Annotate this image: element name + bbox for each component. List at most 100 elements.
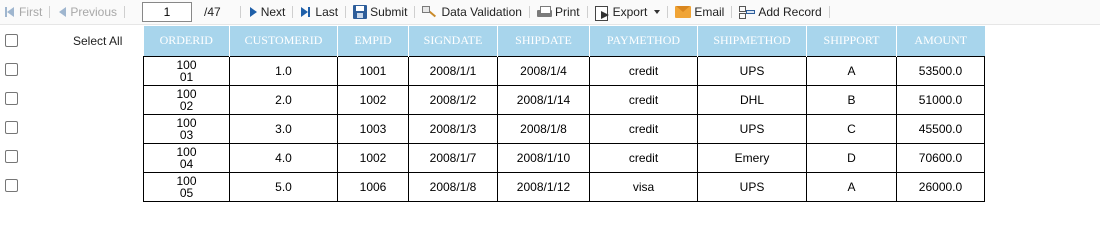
email-button[interactable]: Email — [675, 2, 724, 22]
table-cell[interactable]: 3.0 — [229, 113, 338, 144]
column-header[interactable]: CUSTOMERID — [229, 26, 338, 56]
data-validation-label: Data Validation — [441, 5, 522, 19]
table-cell[interactable]: 2008/1/12 — [497, 171, 590, 202]
table-cell[interactable]: 51000.0 — [896, 84, 985, 115]
export-dropdown-button[interactable]: Export — [594, 2, 661, 22]
table-cell[interactable]: 10002 — [143, 84, 230, 115]
first-page-label: First — [19, 5, 43, 19]
submit-label: Submit — [370, 5, 408, 19]
table-cell[interactable]: 4.0 — [229, 142, 338, 173]
toolbar-separator — [667, 6, 669, 18]
previous-page-label: Previous — [70, 5, 118, 19]
page-number-input[interactable] — [142, 2, 193, 22]
table-cell[interactable]: 2008/1/2 — [408, 84, 498, 115]
table-cell[interactable]: 10003 — [143, 113, 230, 144]
table-cell[interactable]: 2008/1/7 — [408, 142, 498, 173]
table-row: 10001 1.0 1001 2008/1/1 2008/1/4 credit … — [143, 55, 985, 86]
toolbar-separator — [828, 6, 830, 18]
table-cell[interactable]: 1001 — [337, 55, 409, 86]
first-page-icon — [4, 6, 16, 18]
print-button[interactable]: Print — [536, 2, 580, 22]
column-header[interactable]: SHIPMETHOD — [697, 26, 807, 56]
table-cell[interactable]: 2008/1/10 — [497, 142, 590, 173]
table-cell[interactable]: credit — [589, 84, 698, 115]
submit-button[interactable]: Submit — [353, 2, 407, 22]
row-checkbox[interactable] — [5, 121, 18, 134]
select-all-label: Select All — [73, 34, 123, 48]
next-page-label: Next — [260, 5, 286, 19]
table-cell[interactable]: 2008/1/14 — [497, 84, 590, 115]
row-checkbox[interactable] — [5, 179, 18, 192]
next-page-button[interactable]: Next — [248, 2, 286, 22]
table-cell[interactable]: 10001 — [143, 55, 230, 86]
print-label: Print — [554, 5, 580, 19]
table-cell[interactable]: 2.0 — [229, 84, 338, 115]
table-cell[interactable]: 70600.0 — [896, 142, 985, 173]
table-cell[interactable]: 1003 — [337, 113, 409, 144]
table-cell[interactable]: 1002 — [337, 84, 409, 115]
table-cell[interactable]: 53500.0 — [896, 55, 985, 86]
column-header[interactable]: ORDERID — [143, 26, 230, 56]
row-checkbox[interactable] — [5, 150, 18, 163]
page-total: /47 — [204, 5, 221, 19]
table-cell[interactable]: UPS — [697, 171, 807, 202]
table-cell[interactable]: DHL — [697, 84, 807, 115]
table-cell[interactable]: B — [806, 84, 897, 115]
table-cell[interactable]: 1.0 — [229, 55, 338, 86]
table-cell[interactable]: 10005 — [143, 171, 230, 202]
export-icon — [594, 5, 610, 21]
column-header[interactable]: AMOUNT — [896, 26, 985, 56]
last-page-icon — [300, 6, 312, 18]
column-header[interactable]: PAYMETHOD — [589, 26, 698, 56]
column-header[interactable]: EMPID — [337, 26, 409, 56]
toolbar-separator — [49, 6, 51, 18]
toolbar-separator — [345, 6, 347, 18]
table-cell[interactable]: 1006 — [337, 171, 409, 202]
table-cell[interactable]: UPS — [697, 113, 807, 144]
table-cell[interactable]: 2008/1/8 — [408, 171, 498, 202]
select-all-checkbox[interactable] — [5, 34, 18, 47]
table-cell[interactable]: 2008/1/3 — [408, 113, 498, 144]
column-header[interactable]: SIGNDATE — [408, 26, 498, 56]
table-cell[interactable]: D — [806, 142, 897, 173]
table-cell[interactable]: credit — [589, 142, 698, 173]
toolbar-separator — [239, 6, 241, 18]
table-cell[interactable]: credit — [589, 55, 698, 86]
validation-icon — [422, 5, 438, 19]
table-cell[interactable]: Emery — [697, 142, 807, 173]
table-cell[interactable]: 5.0 — [229, 171, 338, 202]
table-cell[interactable]: 2008/1/4 — [497, 55, 590, 86]
column-header[interactable]: SHIPPORT — [806, 26, 897, 56]
table-cell[interactable]: 2008/1/1 — [408, 55, 498, 86]
table-cell[interactable]: visa — [589, 171, 698, 202]
email-label: Email — [694, 5, 725, 19]
toolbar-separator — [292, 6, 294, 18]
previous-page-icon — [57, 6, 67, 18]
report-toolbar: First Previous /47 Next Last Submit Data… — [0, 0, 1100, 25]
table-cell[interactable]: 45500.0 — [896, 113, 985, 144]
table-cell[interactable]: A — [806, 55, 897, 86]
last-page-button[interactable]: Last — [300, 2, 338, 22]
row-checkbox[interactable] — [5, 92, 18, 105]
add-record-button[interactable]: Add Record — [739, 2, 822, 22]
table-cell[interactable]: 26000.0 — [896, 171, 985, 202]
table-cell[interactable]: 1002 — [337, 142, 409, 173]
toolbar-separator — [731, 6, 733, 18]
table-cell[interactable]: A — [806, 171, 897, 202]
previous-page-button[interactable]: Previous — [57, 2, 117, 22]
table-cell[interactable]: 2008/1/8 — [497, 113, 590, 144]
column-header[interactable]: SHIPDATE — [497, 26, 590, 56]
first-page-button[interactable]: First — [4, 2, 42, 22]
row-checkbox[interactable] — [5, 63, 18, 76]
table-cell[interactable]: 10004 — [143, 142, 230, 173]
table-cell[interactable]: C — [806, 113, 897, 144]
toolbar-separator — [528, 6, 530, 18]
next-page-icon — [248, 6, 258, 18]
printer-icon — [536, 5, 552, 19]
table-cell[interactable]: UPS — [697, 55, 807, 86]
grid-header-row: ORDERID CUSTOMERID EMPID SIGNDATE SHIPDA… — [143, 26, 985, 56]
table-cell[interactable]: credit — [589, 113, 698, 144]
table-row: 10003 3.0 1003 2008/1/3 2008/1/8 credit … — [143, 113, 985, 144]
toolbar-separator — [414, 6, 416, 18]
data-validation-button[interactable]: Data Validation — [422, 2, 522, 22]
